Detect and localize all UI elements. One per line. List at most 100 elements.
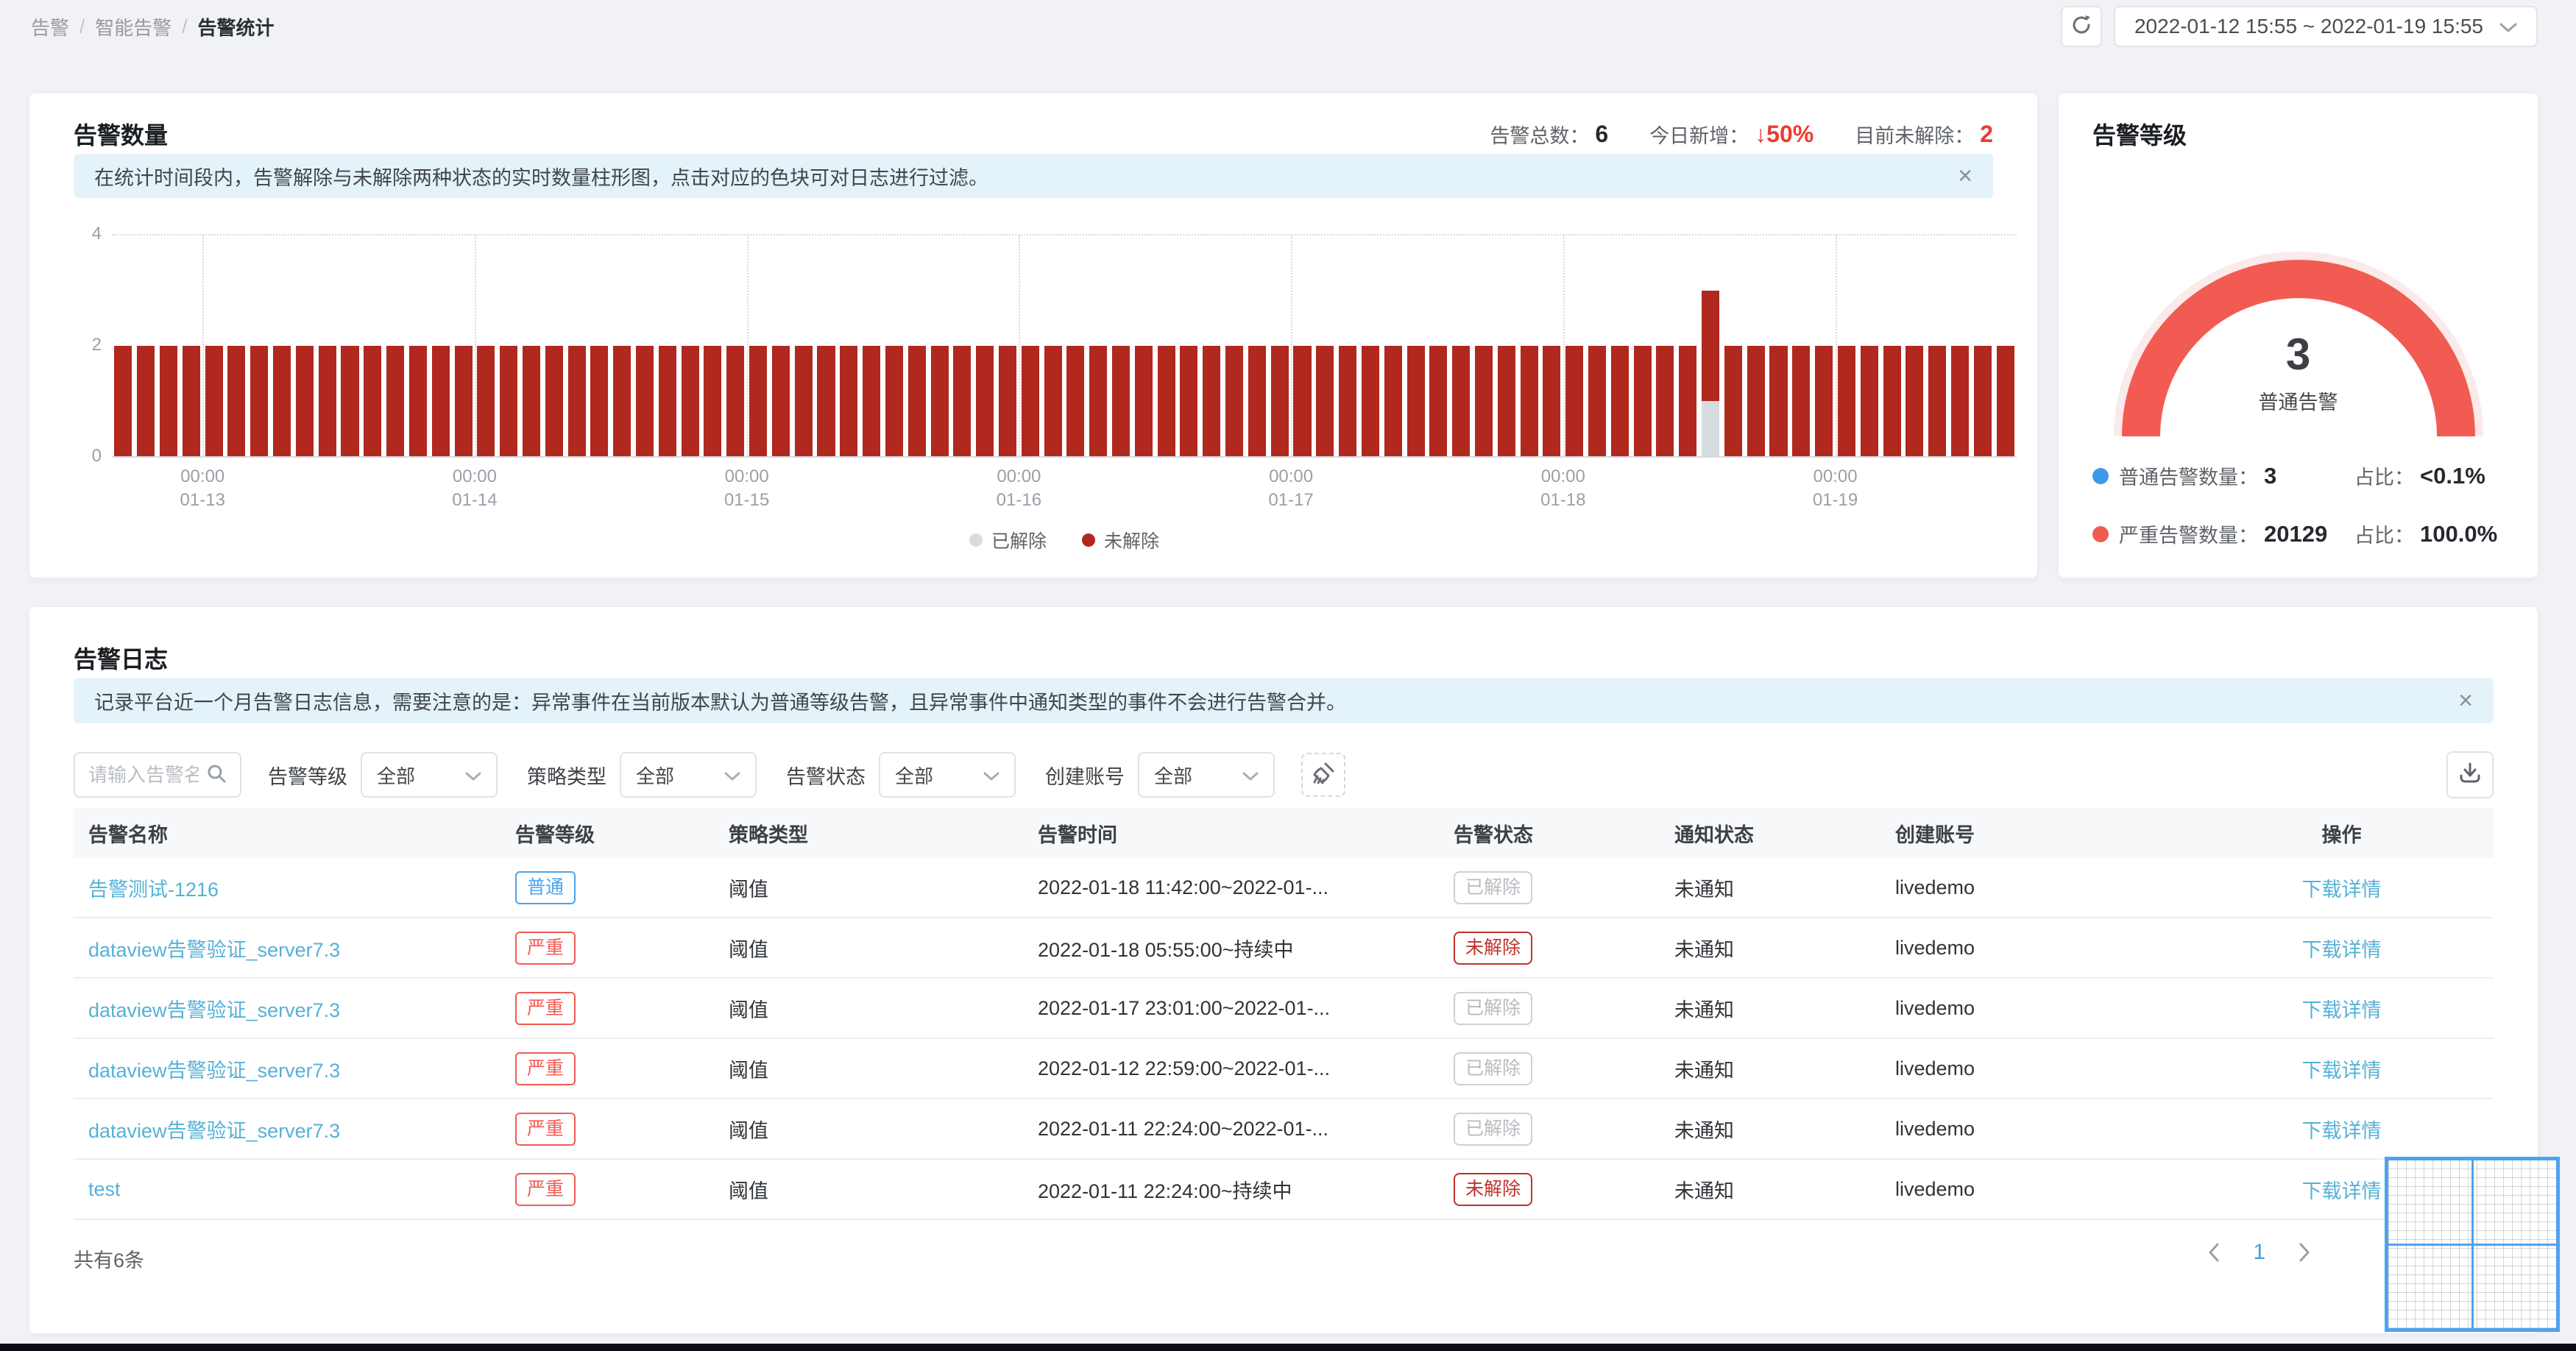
bar-segment-unresolved[interactable] xyxy=(1543,346,1561,456)
bar-segment-unresolved[interactable] xyxy=(1406,346,1425,456)
chart-bar[interactable] xyxy=(250,346,269,456)
chart-bar[interactable] xyxy=(454,346,473,456)
bar-segment-unresolved[interactable] xyxy=(567,346,586,456)
bar-segment-unresolved[interactable] xyxy=(1906,346,1924,456)
bar-segment-unresolved[interactable] xyxy=(749,346,768,456)
chart-bar[interactable] xyxy=(408,346,427,456)
bar-segment-unresolved[interactable] xyxy=(137,346,155,456)
chart-bar[interactable] xyxy=(137,346,155,456)
bar-segment-unresolved[interactable] xyxy=(704,346,722,456)
bar-segment-unresolved[interactable] xyxy=(1044,346,1062,456)
bar-segment-unresolved[interactable] xyxy=(1293,346,1312,456)
page-number[interactable]: 1 xyxy=(2253,1240,2265,1265)
bar-segment-unresolved[interactable] xyxy=(477,346,495,456)
date-range-picker[interactable]: 2022-01-12 15:55 ~ 2022-01-19 15:55 xyxy=(2113,6,2538,47)
chart-bar[interactable] xyxy=(1747,346,1765,456)
chart-bar[interactable] xyxy=(386,346,405,456)
bar-segment-unresolved[interactable] xyxy=(681,346,699,456)
bar-segment-unresolved[interactable] xyxy=(863,346,881,456)
chart-bar[interactable] xyxy=(273,346,291,456)
chart-bar[interactable] xyxy=(477,346,495,456)
chart-bar[interactable] xyxy=(1361,346,1379,456)
chart-bar[interactable] xyxy=(726,346,745,456)
download-detail-link[interactable]: 下载详情 xyxy=(2190,1054,2494,1083)
chart-bar[interactable] xyxy=(1157,346,1175,456)
bar-segment-unresolved[interactable] xyxy=(885,346,903,456)
chart-bar[interactable] xyxy=(1883,346,1901,456)
chart-bar[interactable] xyxy=(1860,346,1878,456)
chart-bar[interactable] xyxy=(749,346,768,456)
chart-bar[interactable] xyxy=(1610,346,1629,456)
chart-bar[interactable] xyxy=(636,346,654,456)
chart-bar[interactable] xyxy=(840,346,858,456)
bar-segment-unresolved[interactable] xyxy=(408,346,427,456)
bar-segment-unresolved[interactable] xyxy=(771,346,790,456)
chart-bar[interactable] xyxy=(1950,346,1969,456)
chart-bar[interactable] xyxy=(295,346,314,456)
chart-bar[interactable] xyxy=(885,346,903,456)
chart-bar[interactable] xyxy=(998,346,1016,456)
search-input[interactable] xyxy=(88,763,199,787)
chart-bar[interactable] xyxy=(1792,346,1811,456)
bar-segment-unresolved[interactable] xyxy=(1815,346,1833,456)
bar-segment-unresolved[interactable] xyxy=(431,346,450,456)
chart-bar[interactable] xyxy=(1066,346,1085,456)
chart-bar[interactable] xyxy=(1633,346,1652,456)
bar-segment-unresolved[interactable] xyxy=(160,346,178,456)
bar-segment-unresolved[interactable] xyxy=(1066,346,1085,456)
bar-segment-unresolved[interactable] xyxy=(1610,346,1629,456)
chart-bar[interactable] xyxy=(1134,346,1153,456)
bar-segment-unresolved[interactable] xyxy=(1157,346,1175,456)
bar-segment-unresolved[interactable] xyxy=(1384,346,1402,456)
bar-segment-unresolved[interactable] xyxy=(726,346,745,456)
bar-segment-unresolved[interactable] xyxy=(1973,346,1992,456)
bar-segment-unresolved[interactable] xyxy=(1429,346,1448,456)
bar-segment-unresolved[interactable] xyxy=(840,346,858,456)
download-detail-link[interactable]: 下载详情 xyxy=(2190,934,2494,962)
chart-bar[interactable] xyxy=(1928,346,1947,456)
bar-segment-unresolved[interactable] xyxy=(1361,346,1379,456)
download-detail-link[interactable]: 下载详情 xyxy=(2190,1115,2494,1143)
bar-segment-unresolved[interactable] xyxy=(1996,346,2014,456)
bar-segment-unresolved[interactable] xyxy=(1928,346,1947,456)
chart-bar[interactable] xyxy=(1112,346,1130,456)
chart-bar[interactable] xyxy=(522,346,540,456)
bar-segment-unresolved[interactable] xyxy=(1792,346,1811,456)
chart-bar[interactable] xyxy=(1769,346,1788,456)
bar-segment-unresolved[interactable] xyxy=(1588,346,1607,456)
alert-name-link[interactable]: dataview告警验证_server7.3 xyxy=(74,934,500,962)
bar-segment-unresolved[interactable] xyxy=(295,346,314,456)
bar-segment-unresolved[interactable] xyxy=(658,346,676,456)
chart-bar[interactable] xyxy=(1724,346,1742,456)
chart-bar[interactable] xyxy=(1406,346,1425,456)
chart-bar[interactable] xyxy=(863,346,881,456)
bar-segment-unresolved[interactable] xyxy=(341,346,359,456)
chart-bar[interactable] xyxy=(1384,346,1402,456)
bar-segment-unresolved[interactable] xyxy=(1089,346,1108,456)
chart-bar[interactable] xyxy=(1702,291,1720,456)
chart-bar[interactable] xyxy=(1225,346,1244,456)
bar-segment-unresolved[interactable] xyxy=(1633,346,1652,456)
bar-segment-unresolved[interactable] xyxy=(522,346,540,456)
bar-segment-unresolved[interactable] xyxy=(1339,346,1357,456)
breadcrumb-item[interactable]: 告警 xyxy=(31,13,69,40)
breadcrumb-item[interactable]: 智能告警 xyxy=(95,13,171,40)
bar-segment-unresolved[interactable] xyxy=(1112,346,1130,456)
chart-bar[interactable] xyxy=(930,346,949,456)
chart-bar[interactable] xyxy=(364,346,382,456)
bar-segment-unresolved[interactable] xyxy=(227,346,246,456)
bar-segment-unresolved[interactable] xyxy=(1679,346,1697,456)
bar-segment-resolved[interactable] xyxy=(1702,401,1720,456)
bar-segment-unresolved[interactable] xyxy=(1565,346,1584,456)
chart-bar[interactable] xyxy=(1474,346,1493,456)
chart-bar[interactable] xyxy=(1588,346,1607,456)
bar-segment-unresolved[interactable] xyxy=(205,346,223,456)
bar-segment-unresolved[interactable] xyxy=(182,346,200,456)
download-button[interactable] xyxy=(2446,751,2494,798)
chart-bar[interactable] xyxy=(1270,346,1289,456)
chart-bar[interactable] xyxy=(1021,346,1039,456)
chart-bar[interactable] xyxy=(1429,346,1448,456)
chart-bar[interactable] xyxy=(341,346,359,456)
bar-segment-unresolved[interactable] xyxy=(1203,346,1221,456)
bar-segment-unresolved[interactable] xyxy=(1520,346,1538,456)
